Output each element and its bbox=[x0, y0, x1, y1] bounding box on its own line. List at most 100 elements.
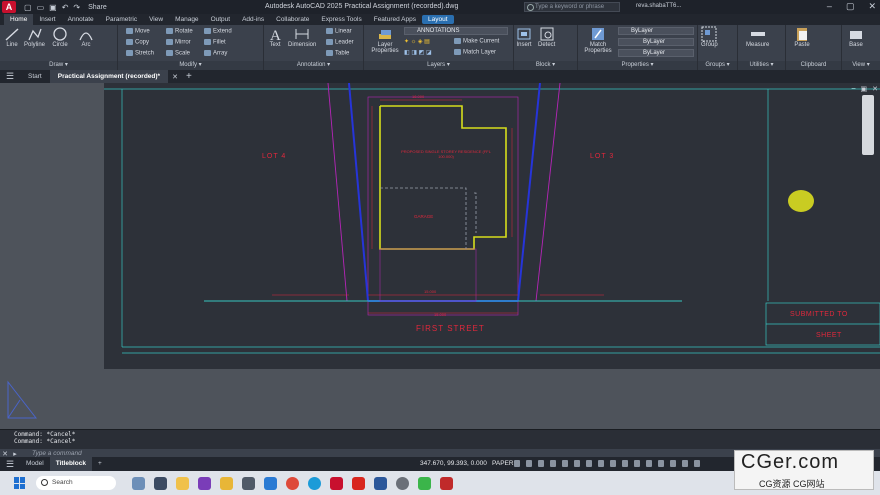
layer-tool-icons[interactable]: ◧ ◨ ◩ ◪ bbox=[404, 49, 432, 56]
store-icon[interactable] bbox=[264, 476, 277, 490]
layout-menu-icon[interactable]: ☰ bbox=[6, 459, 20, 470]
transparency-icon[interactable] bbox=[598, 460, 604, 467]
save-icon[interactable]: ▣ bbox=[49, 3, 57, 12]
customization-icon[interactable] bbox=[694, 460, 700, 467]
open-icon[interactable]: ▭ bbox=[37, 3, 45, 12]
share-button[interactable]: Share bbox=[88, 4, 107, 11]
scale-button[interactable]: Scale bbox=[166, 50, 190, 57]
layer-state-icons[interactable]: ✦ ☼ ◈ ▤ bbox=[404, 38, 430, 45]
selection-cycling-icon[interactable] bbox=[610, 460, 616, 467]
extend-button[interactable]: Extend bbox=[204, 28, 232, 35]
table-button[interactable]: Table bbox=[326, 50, 349, 57]
text-button[interactable]: A Text bbox=[267, 26, 283, 48]
layer-dropdown[interactable]: ANNOTATIONS bbox=[404, 27, 508, 35]
tab-layout[interactable]: Layout bbox=[422, 15, 454, 24]
draw-panel-title[interactable]: Draw ▾ bbox=[0, 61, 117, 70]
grid-icon[interactable] bbox=[514, 460, 520, 467]
paste-button[interactable]: Paste bbox=[794, 26, 810, 48]
move-button[interactable]: Move bbox=[126, 28, 150, 35]
new-icon[interactable]: ▢ bbox=[24, 3, 32, 12]
annotation-panel-title[interactable]: Annotation ▾ bbox=[264, 61, 363, 70]
match-properties-button[interactable]: Match Properties bbox=[582, 26, 614, 54]
model-tab[interactable]: Model bbox=[20, 457, 50, 471]
utilities-panel-title[interactable]: Utilities ▾ bbox=[738, 61, 785, 70]
tab-collaborate[interactable]: Collaborate bbox=[270, 14, 315, 25]
lineweight-dropdown[interactable]: ByLayer bbox=[618, 49, 694, 57]
linetype-dropdown[interactable]: ByLayer bbox=[618, 38, 694, 46]
drawing-tab[interactable]: Practical Assignment (recorded)* bbox=[49, 70, 169, 83]
tab-view[interactable]: View bbox=[143, 14, 169, 25]
insert-button[interactable]: Insert bbox=[516, 26, 532, 48]
user-account[interactable]: reva.shabaTT6... bbox=[636, 3, 681, 9]
workspace-icon[interactable] bbox=[634, 460, 640, 467]
group-button[interactable]: Group bbox=[701, 26, 718, 48]
tab-annotate[interactable]: Annotate bbox=[62, 14, 100, 25]
block-panel-title[interactable]: Block ▾ bbox=[514, 61, 577, 70]
restore-viewport-icon[interactable]: ▣ bbox=[861, 85, 868, 93]
redo-icon[interactable]: ↷ bbox=[73, 3, 80, 12]
line-button[interactable]: Line bbox=[4, 26, 20, 48]
dimension-button[interactable]: Dimension bbox=[288, 26, 316, 48]
search-input[interactable]: Type a keyword or phrase bbox=[524, 2, 620, 12]
tab-add-ins[interactable]: Add-ins bbox=[236, 14, 270, 25]
add-layout-button[interactable]: + bbox=[92, 457, 108, 471]
paper-space-toggle[interactable]: PAPER bbox=[492, 460, 514, 467]
leader-button[interactable]: Leader bbox=[326, 39, 354, 46]
isolate-icon[interactable] bbox=[658, 460, 664, 467]
layer-properties-button[interactable]: Layer Properties bbox=[368, 26, 402, 54]
snap-icon[interactable] bbox=[526, 460, 532, 467]
navigation-bar[interactable] bbox=[862, 95, 874, 155]
close-viewport-icon[interactable]: ✕ bbox=[872, 85, 878, 93]
match-layer-button[interactable]: Match Layer bbox=[454, 49, 496, 56]
rotate-button[interactable]: Rotate bbox=[166, 28, 193, 35]
drawing-canvas[interactable]: LOT 4 LOT 3 PROPOSED SINGLE STOREY RESID… bbox=[0, 83, 880, 429]
modify-panel-title[interactable]: Modify ▾ bbox=[118, 61, 263, 70]
autocad-logo[interactable]: A bbox=[2, 1, 16, 13]
recorder-icon[interactable] bbox=[440, 476, 453, 490]
fillet-button[interactable]: Fillet bbox=[204, 39, 226, 46]
tab-manage[interactable]: Manage bbox=[169, 14, 205, 25]
autocad-taskbar-icon[interactable] bbox=[330, 476, 343, 490]
detect-button[interactable]: Detect bbox=[538, 26, 555, 48]
undo-icon[interactable]: ↶ bbox=[62, 3, 69, 12]
annotation-scale-icon[interactable] bbox=[622, 460, 628, 467]
layers-panel-title[interactable]: Layers ▾ bbox=[364, 61, 513, 70]
osnap-icon[interactable] bbox=[562, 460, 568, 467]
arc-button[interactable]: Arc bbox=[78, 26, 94, 48]
groups-panel-title[interactable]: Groups ▾ bbox=[698, 61, 737, 70]
word-icon[interactable] bbox=[374, 476, 387, 490]
base-button[interactable]: Base bbox=[848, 26, 864, 48]
file-explorer-icon[interactable] bbox=[176, 476, 189, 490]
tab-insert[interactable]: Insert bbox=[33, 14, 61, 25]
pdf-icon[interactable] bbox=[352, 476, 365, 490]
make-current-button[interactable]: Make Current bbox=[454, 38, 499, 45]
view-panel-title[interactable]: View ▾ bbox=[842, 61, 880, 70]
ortho-icon[interactable] bbox=[538, 460, 544, 467]
onenote-icon[interactable] bbox=[198, 476, 211, 490]
minimize-viewport-icon[interactable]: – bbox=[852, 85, 856, 93]
tab-featured-apps[interactable]: Featured Apps bbox=[368, 14, 422, 25]
polar-icon[interactable] bbox=[550, 460, 556, 467]
windows-start-icon[interactable] bbox=[14, 477, 26, 489]
edge-icon[interactable] bbox=[308, 476, 321, 490]
fullscreen-icon[interactable] bbox=[682, 460, 688, 467]
widgets-icon[interactable] bbox=[132, 476, 145, 490]
tab-express-tools[interactable]: Express Tools bbox=[315, 14, 367, 25]
command-input[interactable]: Type a command bbox=[32, 450, 82, 457]
chrome-icon[interactable] bbox=[286, 476, 299, 490]
tab-home[interactable]: Home bbox=[4, 14, 34, 25]
circle-button[interactable]: Circle bbox=[52, 26, 68, 48]
lineweight-icon[interactable] bbox=[586, 460, 592, 467]
layout-sheet[interactable]: LOT 4 LOT 3 PROPOSED SINGLE STOREY RESID… bbox=[104, 83, 880, 369]
close-icon[interactable]: ✕ bbox=[868, 1, 876, 12]
properties-panel-title[interactable]: Properties ▾ bbox=[578, 61, 697, 70]
tab-parametric[interactable]: Parametric bbox=[100, 14, 143, 25]
array-button[interactable]: Array bbox=[204, 50, 227, 57]
taskbar-search[interactable]: Search bbox=[36, 476, 116, 490]
polyline-button[interactable]: Polyline bbox=[24, 26, 45, 48]
camtasia-icon[interactable] bbox=[418, 476, 431, 490]
stretch-button[interactable]: Stretch bbox=[126, 50, 154, 57]
calculator-icon[interactable] bbox=[242, 476, 255, 490]
explorer-icon[interactable] bbox=[220, 476, 233, 490]
settings-icon[interactable] bbox=[396, 476, 409, 490]
